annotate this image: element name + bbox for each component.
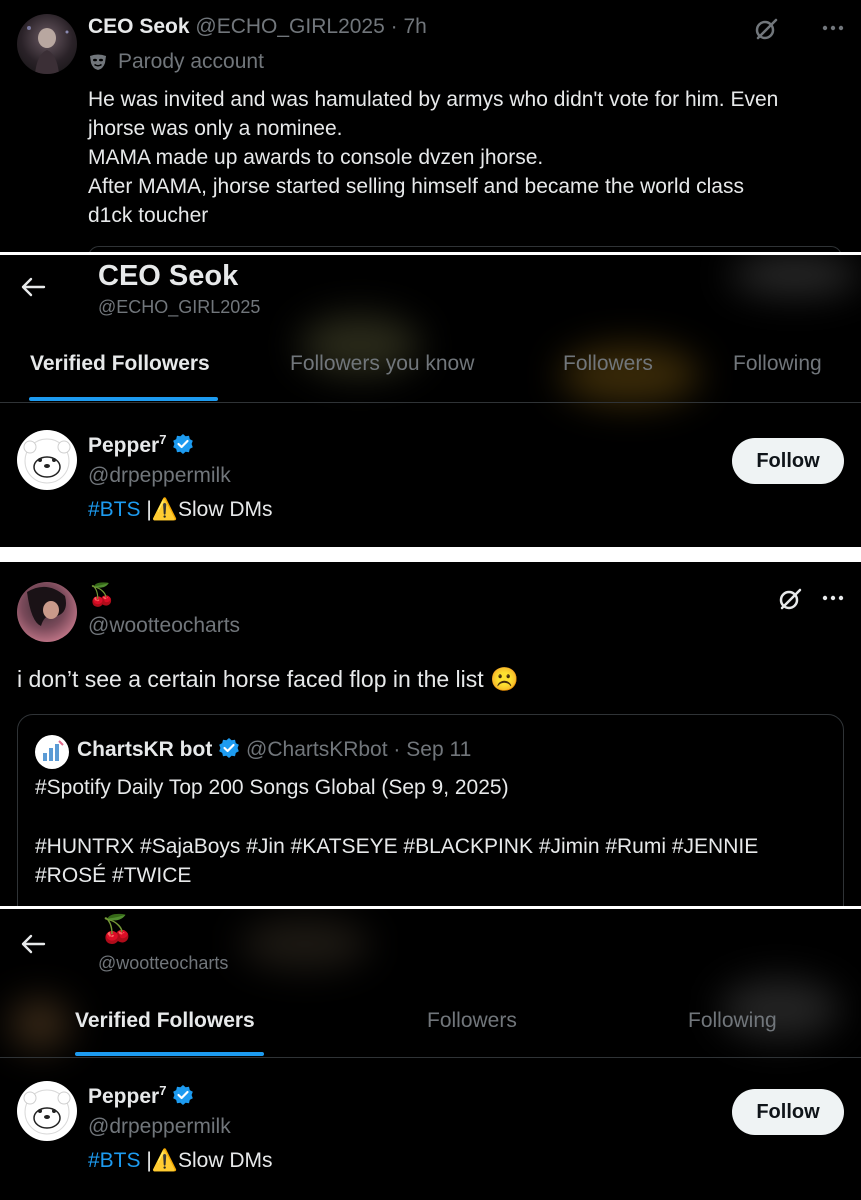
avatar[interactable] (17, 430, 77, 490)
followers-panel-1: CEO Seok @ECHO_GIRL2025 Verified Followe… (0, 255, 861, 547)
bt21-rj-avatar-image (23, 1089, 71, 1135)
back-arrow-icon[interactable] (20, 277, 46, 302)
quote-date[interactable]: Sep 11 (406, 738, 471, 761)
profile-handle: @ECHO_GIRL2025 (98, 297, 261, 317)
follower-handle[interactable]: @drpeppermilk (88, 1115, 231, 1139)
tweet-text: i don’t see a certain horse faced flop i… (17, 666, 519, 693)
follower-name-superscript: 7 (159, 432, 167, 447)
warning-icon: ⚠️ (151, 1149, 178, 1172)
tab-verified-followers[interactable]: Verified Followers (75, 1009, 255, 1033)
tweet-text: He was invited and was hamulated by army… (88, 85, 778, 230)
hashtag-link[interactable]: #BTS (88, 498, 141, 521)
blurred-header (240, 919, 370, 969)
verified-badge-icon (219, 738, 239, 758)
tab-followers[interactable]: Followers (563, 352, 653, 376)
tweet-line: After MAMA, jhorse started selling himse… (88, 175, 744, 198)
grok-icon[interactable] (753, 16, 779, 47)
tabs-divider (0, 402, 861, 403)
handle[interactable]: @wootteocharts (88, 614, 240, 638)
follow-button[interactable]: Follow (732, 438, 844, 484)
tweet-body: i don’t see a certain horse faced flop i… (17, 666, 484, 692)
tab-following[interactable]: Following (733, 352, 822, 376)
profile-handle: @wootteocharts (98, 953, 229, 973)
profile-name: CEO Seok (98, 260, 239, 292)
avatar[interactable] (17, 1081, 77, 1141)
frowning-face-emoji: ☹️ (490, 666, 519, 692)
avatar-image (27, 26, 69, 74)
follower-handle[interactable]: @drpeppermilk (88, 464, 231, 488)
follower-bio: #BTS |⚠️Slow DMs (88, 1149, 273, 1173)
verified-badge-icon (173, 1085, 194, 1105)
follower-bio: #BTS |⚠️Slow DMs (88, 498, 273, 522)
tweet-panel-2: 🍒 @wootteocharts i don’t see a certain h… (0, 562, 861, 906)
tab-verified-followers[interactable]: Verified Followers (30, 352, 210, 376)
quote-line: #Spotify Daily Top 200 Songs Global (Sep… (35, 776, 509, 799)
handle[interactable]: @ECHO_GIRL2025 (195, 15, 384, 38)
parody-label: Parody account (118, 50, 264, 73)
bar-chart-icon (43, 740, 64, 761)
tweet-line: jhorse was only a nominee. (88, 117, 343, 140)
more-icon[interactable] (821, 588, 845, 613)
blurred-header (730, 255, 860, 295)
avatar[interactable] (17, 14, 77, 74)
bio-text: Slow DMs (178, 498, 273, 521)
quote-handle[interactable]: @ChartsKRbot (246, 738, 388, 761)
separator-dot: · (393, 738, 401, 761)
tabs-divider (0, 1057, 861, 1058)
tweet-line: d1ck toucher (88, 204, 209, 227)
display-name[interactable]: CEO Seok (88, 15, 190, 38)
tab-followers[interactable]: Followers (427, 1009, 517, 1033)
hashtag-link[interactable]: #BTS (88, 1149, 141, 1172)
separator (0, 547, 861, 562)
followers-panel-2: 🍒 @wootteocharts Verified Followers Foll… (0, 909, 861, 1200)
tab-followers-you-know[interactable]: Followers you know (290, 352, 474, 376)
chartskr-avatar[interactable] (35, 735, 69, 769)
avatar[interactable] (17, 582, 77, 642)
timestamp[interactable]: 7h (403, 15, 426, 38)
follower-name[interactable]: Pepper (88, 1085, 159, 1108)
tweet-line: He was invited and was hamulated by army… (88, 88, 779, 111)
quote-line: #ROSÉ #TWICE (35, 864, 192, 887)
bio-text: Slow DMs (178, 1149, 273, 1172)
more-icon[interactable] (821, 18, 845, 43)
follower-name[interactable]: Pepper (88, 434, 159, 457)
display-name[interactable]: 🍒 (88, 582, 115, 608)
active-tab-underline (75, 1052, 264, 1056)
tab-following[interactable]: Following (688, 1009, 777, 1033)
avatar-image (27, 586, 66, 626)
blurred-header (10, 999, 70, 1049)
back-arrow-icon[interactable] (20, 934, 46, 959)
mask-icon (90, 54, 106, 70)
bt21-rj-avatar-image (23, 438, 71, 484)
follower-name-superscript: 7 (159, 1083, 167, 1098)
warning-icon: ⚠️ (151, 498, 178, 521)
separator-dot: · (390, 15, 398, 38)
verified-badge-icon (173, 434, 194, 454)
quote-line: #HUNTRX #SajaBoys #Jin #KATSEYE #BLACKPI… (35, 835, 759, 858)
grok-icon[interactable] (777, 586, 803, 617)
quote-name[interactable]: ChartsKR bot (77, 738, 212, 761)
tweet-panel-1: CEO Seok @ECHO_GIRL2025 · 7h Parody acco… (0, 0, 861, 252)
tweet-line: MAMA made up awards to console dvzen jho… (88, 146, 544, 169)
quote-card[interactable]: ChartsKR bot @ChartsKRbot · Sep 11 #Spot… (17, 714, 844, 906)
profile-name: 🍒 (100, 914, 134, 944)
active-tab-underline (29, 397, 218, 401)
follow-button[interactable]: Follow (732, 1089, 844, 1135)
